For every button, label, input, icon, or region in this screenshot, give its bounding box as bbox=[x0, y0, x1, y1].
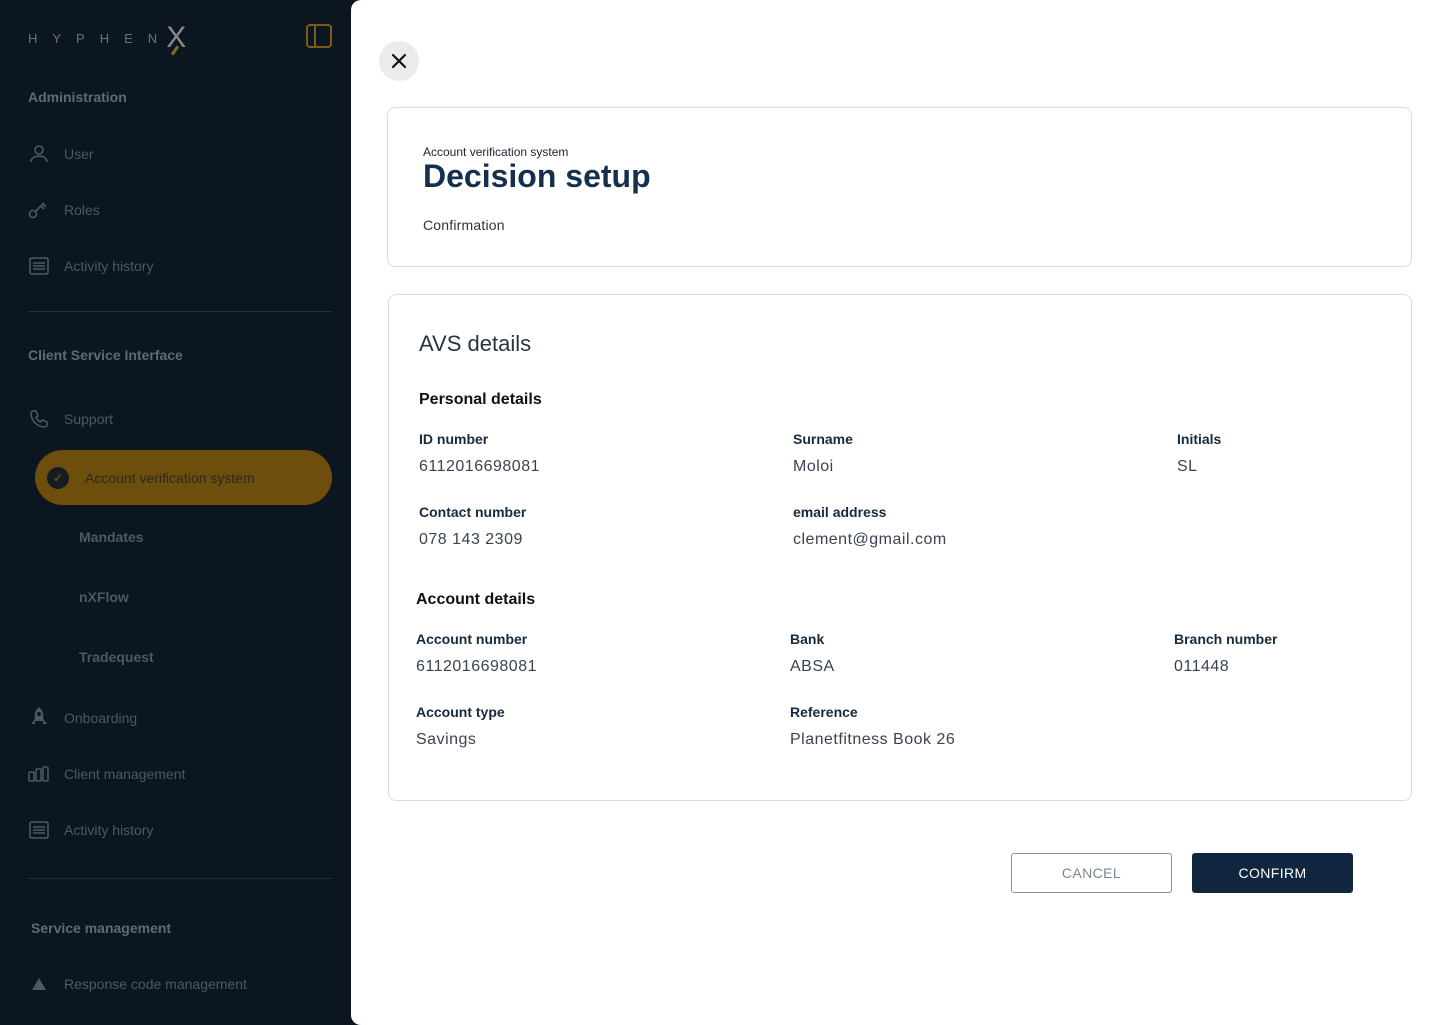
field-value: Moloi bbox=[793, 458, 834, 475]
list-icon bbox=[28, 255, 50, 277]
sidebar-item-label: Response code management bbox=[64, 976, 247, 992]
reference-field: Reference Planetfitness Book 26 bbox=[790, 704, 955, 749]
logo-mark: X bbox=[166, 21, 187, 54]
field-label: Surname bbox=[793, 431, 853, 447]
sidebar-item-roles[interactable]: Roles bbox=[28, 198, 100, 222]
header-card: Account verification system Decision set… bbox=[387, 107, 1412, 267]
field-label: Reference bbox=[790, 704, 858, 720]
sidebar-subitem-nxflow[interactable]: nXFlow bbox=[79, 589, 129, 605]
decision-setup-modal: Account verification system Decision set… bbox=[351, 0, 1440, 1025]
sidebar-item-label: Activity history bbox=[64, 822, 154, 838]
sidebar-divider bbox=[28, 311, 332, 312]
avs-details-card: AVS details Personal details ID number 6… bbox=[388, 294, 1412, 801]
sidebar-item-user[interactable]: User bbox=[28, 142, 94, 166]
sidebar-item-label: Roles bbox=[64, 202, 100, 218]
initials-field: Initials SL bbox=[1177, 431, 1221, 476]
field-label: Bank bbox=[790, 631, 825, 647]
section-administration: Administration bbox=[28, 89, 127, 105]
field-value: ABSA bbox=[790, 658, 835, 675]
field-value: Planetfitness Book 26 bbox=[790, 731, 956, 748]
verified-badge-icon: ✓ bbox=[47, 466, 69, 489]
sidebar-item-label: Client management bbox=[64, 766, 186, 782]
sidebar-toggle-icon[interactable] bbox=[306, 24, 332, 48]
breadcrumb: Account verification system bbox=[423, 145, 569, 159]
warning-icon bbox=[28, 973, 50, 995]
account-number-field: Account number 6112016698081 bbox=[416, 631, 537, 676]
field-value: SL bbox=[1177, 458, 1198, 475]
logo-text: HYPHEN bbox=[28, 30, 173, 46]
sidebar-item-label: Activity history bbox=[64, 258, 154, 274]
hyphen-logo[interactable]: HYPHEN X bbox=[28, 21, 186, 54]
sidebar-item-activity-history[interactable]: Activity history bbox=[28, 254, 153, 278]
branch-number-field: Branch number 011448 bbox=[1174, 631, 1277, 676]
list-icon bbox=[28, 819, 50, 841]
field-label: email address bbox=[793, 504, 887, 520]
field-label: Account type bbox=[416, 704, 505, 720]
account-details-title: Account details bbox=[416, 591, 536, 608]
sidebar-item-label: Account verification system bbox=[85, 469, 255, 486]
id-number-field: ID number 6112016698081 bbox=[419, 431, 540, 476]
account-type-field: Account type Savings bbox=[416, 704, 505, 749]
sidebar-item-account-verification[interactable]: ✓ Account verification system bbox=[35, 450, 332, 505]
sidebar-item-client-management[interactable]: Client management bbox=[28, 762, 185, 786]
sidebar-item-response-codes[interactable]: Response code management bbox=[28, 972, 247, 996]
bank-field: Bank ABSA bbox=[790, 631, 835, 676]
key-icon bbox=[28, 199, 50, 221]
clients-icon bbox=[28, 763, 50, 785]
field-value: 078 143 2309 bbox=[419, 531, 523, 548]
field-value: 011448 bbox=[1174, 658, 1230, 675]
rocket-icon bbox=[28, 707, 50, 729]
page-title: Decision setup bbox=[423, 158, 651, 194]
sidebar-subitem-tradequest[interactable]: Tradequest bbox=[79, 649, 154, 665]
sidebar: HYPHEN X Administration User Roles Activ… bbox=[0, 0, 360, 1025]
close-button[interactable] bbox=[379, 41, 419, 81]
field-value: clement@gmail.com bbox=[793, 531, 947, 548]
field-value: Savings bbox=[416, 731, 477, 748]
sidebar-divider bbox=[28, 878, 332, 879]
field-label: Contact number bbox=[419, 504, 527, 520]
sidebar-item-label: Onboarding bbox=[64, 710, 138, 726]
field-label: ID number bbox=[419, 431, 489, 447]
sidebar-item-label: User bbox=[64, 146, 94, 162]
sidebar-item-onboarding[interactable]: Onboarding bbox=[28, 706, 137, 730]
sidebar-item-activity-history-2[interactable]: Activity history bbox=[28, 818, 153, 842]
close-icon bbox=[391, 53, 407, 69]
sidebar-item-support[interactable]: Support bbox=[28, 407, 113, 431]
section-client-service: Client Service Interface bbox=[28, 347, 183, 363]
cancel-button[interactable]: CANCEL bbox=[1011, 853, 1172, 893]
step-label: Confirmation bbox=[423, 217, 505, 233]
field-label: Account number bbox=[416, 631, 528, 647]
field-label: Initials bbox=[1177, 431, 1222, 447]
phone-icon bbox=[28, 408, 50, 430]
email-field: email address clement@gmail.com bbox=[793, 504, 947, 549]
contact-number-field: Contact number 078 143 2309 bbox=[419, 504, 526, 549]
field-value: 6112016698081 bbox=[419, 458, 540, 475]
user-icon bbox=[28, 143, 50, 165]
confirm-button[interactable]: CONFIRM bbox=[1192, 853, 1353, 893]
field-value: 6112016698081 bbox=[416, 658, 537, 675]
details-title: AVS details bbox=[419, 331, 532, 356]
sidebar-subitem-mandates[interactable]: Mandates bbox=[79, 529, 144, 545]
surname-field: Surname Moloi bbox=[793, 431, 853, 476]
sidebar-item-label: Support bbox=[64, 411, 114, 427]
personal-details-title: Personal details bbox=[419, 391, 542, 408]
section-service-management: Service management bbox=[31, 920, 172, 936]
field-label: Branch number bbox=[1174, 631, 1278, 647]
